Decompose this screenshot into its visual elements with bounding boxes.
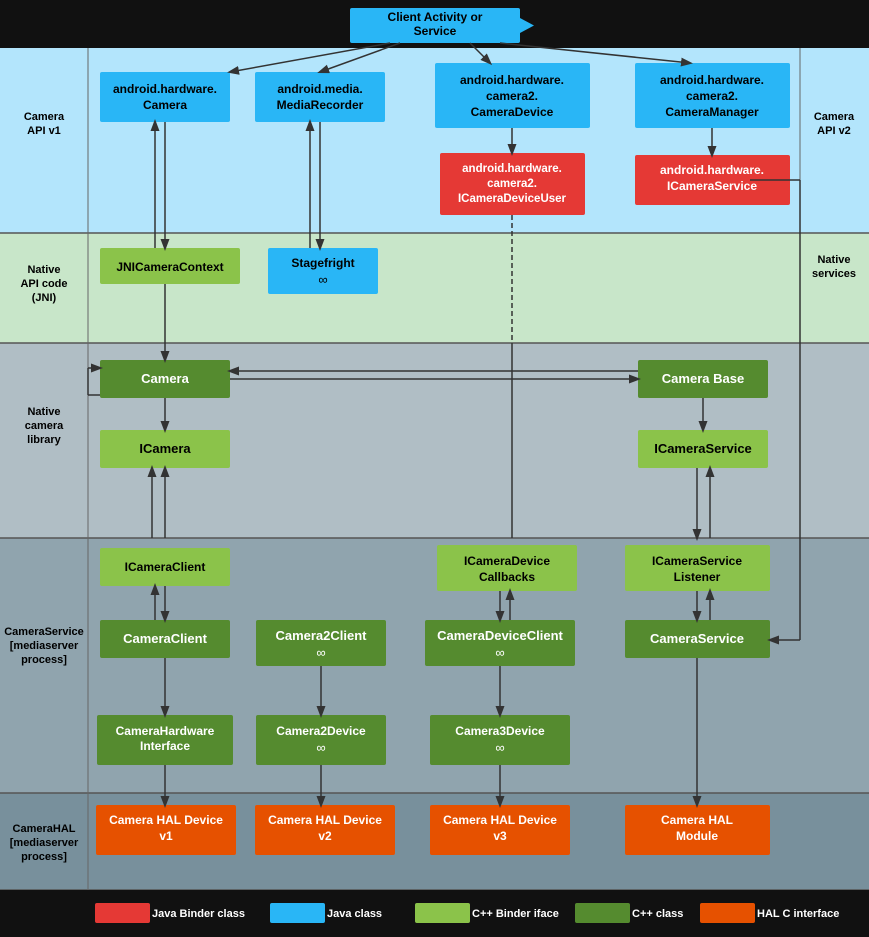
layer-label-camera-hal: CameraHAL (13, 823, 76, 835)
svg-text:CameraDevice: CameraDevice (471, 105, 554, 119)
svg-text:v1: v1 (159, 829, 173, 843)
svg-text:API v1: API v1 (27, 125, 61, 137)
node-camerahardwareinterface: CameraHardware (116, 724, 215, 738)
svg-text:API v2: API v2 (817, 125, 851, 137)
svg-text:(JNI): (JNI) (32, 292, 57, 304)
layer-label-native-services: Native (817, 254, 850, 266)
svg-text:Module: Module (676, 829, 718, 843)
svg-text:camera2.: camera2. (487, 178, 537, 190)
node-camera3device: Camera3Device (455, 724, 545, 738)
svg-text:Listener: Listener (674, 570, 721, 584)
svg-text:library: library (27, 434, 62, 446)
svg-text:camera2.: camera2. (686, 89, 738, 103)
svg-text:∞: ∞ (316, 740, 325, 755)
legend-java-binder: Java Binder class (152, 908, 245, 920)
node-icameraservicelistener: ICameraService (652, 554, 742, 568)
node-android-hardware-camera: android.hardware. (113, 82, 217, 96)
node-cameraservice: CameraService (650, 631, 744, 646)
svg-text:MediaRecorder: MediaRecorder (277, 98, 364, 112)
svg-text:API code: API code (20, 278, 67, 290)
svg-text:CameraManager: CameraManager (665, 105, 759, 119)
svg-text:∞: ∞ (495, 740, 504, 755)
svg-text:∞: ∞ (495, 645, 504, 660)
node-stagefright: Stagefright (291, 256, 354, 270)
node-cameramanager: android.hardware. (660, 73, 764, 87)
node-cameraclient: CameraClient (123, 631, 207, 646)
svg-text:Callbacks: Callbacks (479, 570, 535, 584)
node-camera-base: Camera Base (662, 371, 744, 386)
svg-text:ICameraService: ICameraService (667, 179, 757, 193)
svg-text:services: services (812, 268, 856, 280)
node-camera-hal-module: Camera HAL (661, 813, 733, 827)
svg-text:∞: ∞ (316, 645, 325, 660)
node-camera-hal-v2: Camera HAL Device (268, 813, 382, 827)
svg-text:Camera: Camera (143, 98, 187, 112)
node-camera-hal-v1: Camera HAL Device (109, 813, 223, 827)
svg-text:ICameraDeviceUser: ICameraDeviceUser (458, 193, 567, 205)
layer-label-api-v1: Camera (24, 111, 65, 123)
svg-text:camera2.: camera2. (486, 89, 538, 103)
architecture-diagram: Camera API v1 Native API code (JNI) Nati… (0, 0, 869, 937)
node-camera: Camera (141, 371, 189, 386)
svg-text:∞: ∞ (318, 272, 327, 287)
svg-text:Interface: Interface (140, 739, 190, 753)
node-jnicameracontext: JNICameraContext (116, 260, 223, 274)
svg-text:process]: process] (21, 654, 67, 666)
diagram-container: Camera API v1 Native API code (JNI) Nati… (0, 0, 869, 937)
node-android-media-mediarecorder: android.media. (277, 82, 362, 96)
node-cameradeviceclient: CameraDeviceClient (437, 628, 563, 643)
node-camera2device: Camera2Device (276, 724, 366, 738)
client-box: Client Activity or (388, 10, 483, 24)
legend-hal-c: HAL C interface (757, 908, 839, 920)
layer-label-native-api: Native (27, 264, 60, 276)
svg-text:[mediaserver: [mediaserver (10, 837, 79, 849)
node-icameraservice-java: android.hardware. (660, 163, 764, 177)
node-cameradevice: android.hardware. (460, 73, 564, 87)
legend-cpp-binder: C++ Binder iface (472, 908, 559, 920)
legend-java-class: Java class (327, 908, 382, 920)
layer-label-camera-service: CameraService (4, 626, 84, 638)
node-camera2client: Camera2Client (275, 628, 367, 643)
layer-label-api-v2: Camera (814, 111, 855, 123)
svg-text:[mediaserver: [mediaserver (10, 640, 79, 652)
svg-text:process]: process] (21, 851, 67, 863)
svg-text:v2: v2 (318, 829, 332, 843)
node-camera-hal-v3: Camera HAL Device (443, 813, 557, 827)
legend-cpp-class: C++ class (632, 908, 683, 920)
node-icameraservice-cpp: ICameraService (654, 441, 752, 456)
node-icameraclient: ICameraClient (125, 560, 206, 574)
svg-text:camera: camera (25, 420, 64, 432)
svg-text:Service: Service (414, 24, 457, 38)
layer-label-native-lib: Native (27, 406, 60, 418)
node-icamera: ICamera (139, 441, 191, 456)
node-icameradevicecallbacks: ICameraDevice (464, 554, 550, 568)
node-icameradeviceuser: android.hardware. (462, 163, 562, 175)
svg-text:v3: v3 (493, 829, 507, 843)
